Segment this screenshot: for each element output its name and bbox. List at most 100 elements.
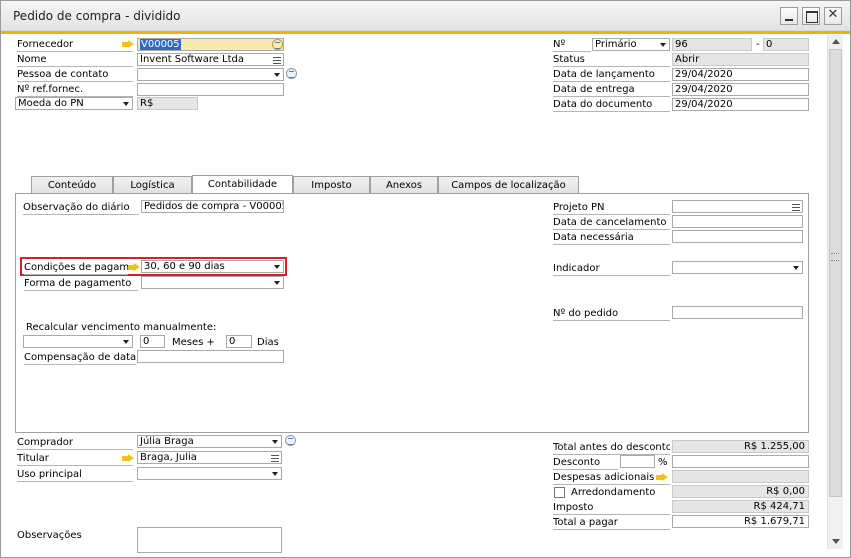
tab-contabilidade[interactable]: Contabilidade — [192, 175, 293, 194]
tab-campos-localizacao[interactable]: Campos de localização — [438, 176, 579, 194]
data-cancel-field[interactable] — [672, 215, 803, 228]
titular-label: Titular — [17, 452, 133, 466]
details-icon[interactable] — [271, 455, 279, 462]
chevron-down-icon[interactable] — [272, 277, 282, 288]
chevron-down-icon[interactable] — [272, 261, 282, 272]
chevron-down-icon[interactable] — [658, 39, 668, 50]
scroll-up-icon[interactable] — [832, 39, 840, 44]
vertical-scrollbar[interactable] — [827, 35, 843, 549]
minimize-button[interactable] — [780, 7, 798, 25]
meses-field[interactable]: 0 — [140, 335, 165, 348]
obs-diario-field[interactable]: Pedidos de compra - V00005 — [141, 200, 284, 213]
indicador-select[interactable] — [672, 261, 803, 274]
buyer-info-icon[interactable] — [285, 435, 296, 446]
despesas-field — [672, 470, 809, 483]
chevron-down-icon[interactable] — [121, 336, 131, 347]
despesas-label: Despesas adicionais — [553, 471, 670, 485]
numero-field: 96 — [672, 38, 752, 51]
data-nec-label: Data necessária — [553, 231, 670, 245]
grip-icon — [831, 253, 839, 261]
num-pedido-field[interactable] — [672, 306, 803, 319]
comprador-label: Comprador — [17, 436, 133, 450]
fornecedor-label: Fornecedor — [17, 38, 133, 52]
scroll-thumb[interactable] — [829, 49, 842, 497]
percent-symbol: % — [658, 457, 668, 468]
moeda-select[interactable]: Moeda do PN — [15, 97, 133, 110]
contact-info-icon[interactable] — [286, 68, 297, 79]
recalc-label: Recalcular vencimento manualmente: — [26, 322, 217, 333]
dias-field[interactable]: 0 — [226, 335, 252, 348]
projeto-field[interactable] — [672, 200, 803, 213]
tab-conteudo[interactable]: Conteúdo — [31, 176, 113, 194]
pessoa-contato-select[interactable] — [137, 68, 284, 81]
observacoes-textarea[interactable] — [137, 527, 282, 553]
data-documento-label: Data do documento — [553, 98, 670, 112]
status-label: Status — [553, 53, 670, 67]
data-entrega-label: Data de entrega — [553, 83, 670, 97]
total-antes-field: R$ 1.255,00 — [672, 440, 809, 453]
numero-label: Nº — [553, 38, 591, 52]
choose-from-list-icon[interactable] — [272, 39, 283, 50]
tab-logistica[interactable]: Logística — [113, 176, 192, 194]
link-arrow-icon[interactable] — [122, 40, 134, 49]
data-cancel-label: Data de cancelamento — [553, 216, 670, 230]
chevron-down-icon[interactable] — [270, 436, 280, 447]
uso-principal-select[interactable] — [137, 467, 282, 480]
titular-field[interactable]: Braga, Julia — [137, 451, 282, 464]
chevron-down-icon[interactable] — [791, 262, 801, 273]
comprador-select[interactable]: Júlia Braga — [137, 435, 282, 448]
forma-pag-label: Forma de pagamento — [24, 277, 138, 291]
status-field: Abrir — [672, 53, 809, 66]
close-button[interactable]: ✕ — [824, 7, 842, 25]
dias-label: Dias — [257, 337, 279, 348]
cond-pag-label: Condições de pagamento — [24, 261, 128, 275]
forma-pag-select[interactable] — [141, 276, 284, 289]
obs-diario-label: Observação do diário — [23, 201, 139, 215]
nome-label: Nome — [17, 53, 133, 67]
link-arrow-icon[interactable] — [122, 454, 134, 463]
imposto-label: Imposto — [553, 501, 670, 515]
cond-pag-select[interactable]: 30, 60 e 90 dias — [141, 260, 284, 273]
data-lancamento-field[interactable]: 29/04/2020 — [672, 68, 809, 81]
recalc-select[interactable] — [23, 335, 133, 348]
arredondamento-field: R$ 0,00 — [672, 485, 809, 498]
sub-numero-field: 0 — [763, 38, 809, 51]
desconto-label: Desconto — [553, 456, 618, 470]
fornecedor-value: V00005 — [140, 39, 181, 50]
link-arrow-icon[interactable] — [128, 263, 140, 272]
tab-imposto[interactable]: Imposto — [293, 176, 370, 194]
data-documento-field[interactable]: 29/04/2020 — [672, 98, 809, 111]
chevron-down-icon[interactable] — [270, 468, 280, 479]
moeda-field: R$ — [137, 97, 198, 110]
chevron-down-icon[interactable] — [121, 98, 131, 109]
chevron-down-icon[interactable] — [272, 69, 282, 80]
ref-fornec-label: Nº ref.fornec. — [17, 83, 133, 97]
compensacao-field[interactable] — [137, 350, 284, 363]
maximize-button[interactable] — [802, 7, 820, 25]
indicador-label: Indicador — [553, 262, 670, 276]
ref-fornec-field[interactable] — [137, 83, 284, 96]
details-icon[interactable] — [792, 204, 800, 211]
num-pedido-label: Nº do pedido — [553, 307, 670, 321]
pessoa-contato-label: Pessoa de contato — [17, 68, 133, 82]
link-arrow-icon[interactable] — [656, 473, 668, 482]
close-icon: ✕ — [827, 7, 839, 22]
desconto-pct-field[interactable] — [620, 455, 655, 468]
moeda-label: Moeda do PN — [18, 98, 84, 109]
tab-anexos[interactable]: Anexos — [370, 176, 438, 194]
purchase-order-window: Pedido de compra - dividido ✕ Fornecedor… — [0, 0, 851, 558]
data-nec-field[interactable] — [672, 230, 803, 243]
total-pagar-field: R$ 1.679,71 — [672, 515, 809, 528]
accent-bar — [1, 31, 850, 34]
data-entrega-field[interactable]: 29/04/2020 — [672, 83, 809, 96]
fornecedor-field[interactable]: V00005 — [137, 38, 284, 51]
desconto-field[interactable] — [672, 455, 809, 468]
uso-principal-label: Uso principal — [17, 468, 133, 482]
nome-field[interactable]: Invent Software Ltda — [137, 53, 284, 66]
imposto-field: R$ 424,71 — [672, 500, 809, 513]
total-pagar-label: Total a pagar — [553, 516, 670, 530]
details-icon[interactable] — [273, 57, 281, 64]
scroll-down-icon[interactable] — [832, 539, 840, 544]
data-lancamento-label: Data de lançamento — [553, 68, 670, 82]
arredondamento-checkbox[interactable] — [554, 487, 565, 498]
